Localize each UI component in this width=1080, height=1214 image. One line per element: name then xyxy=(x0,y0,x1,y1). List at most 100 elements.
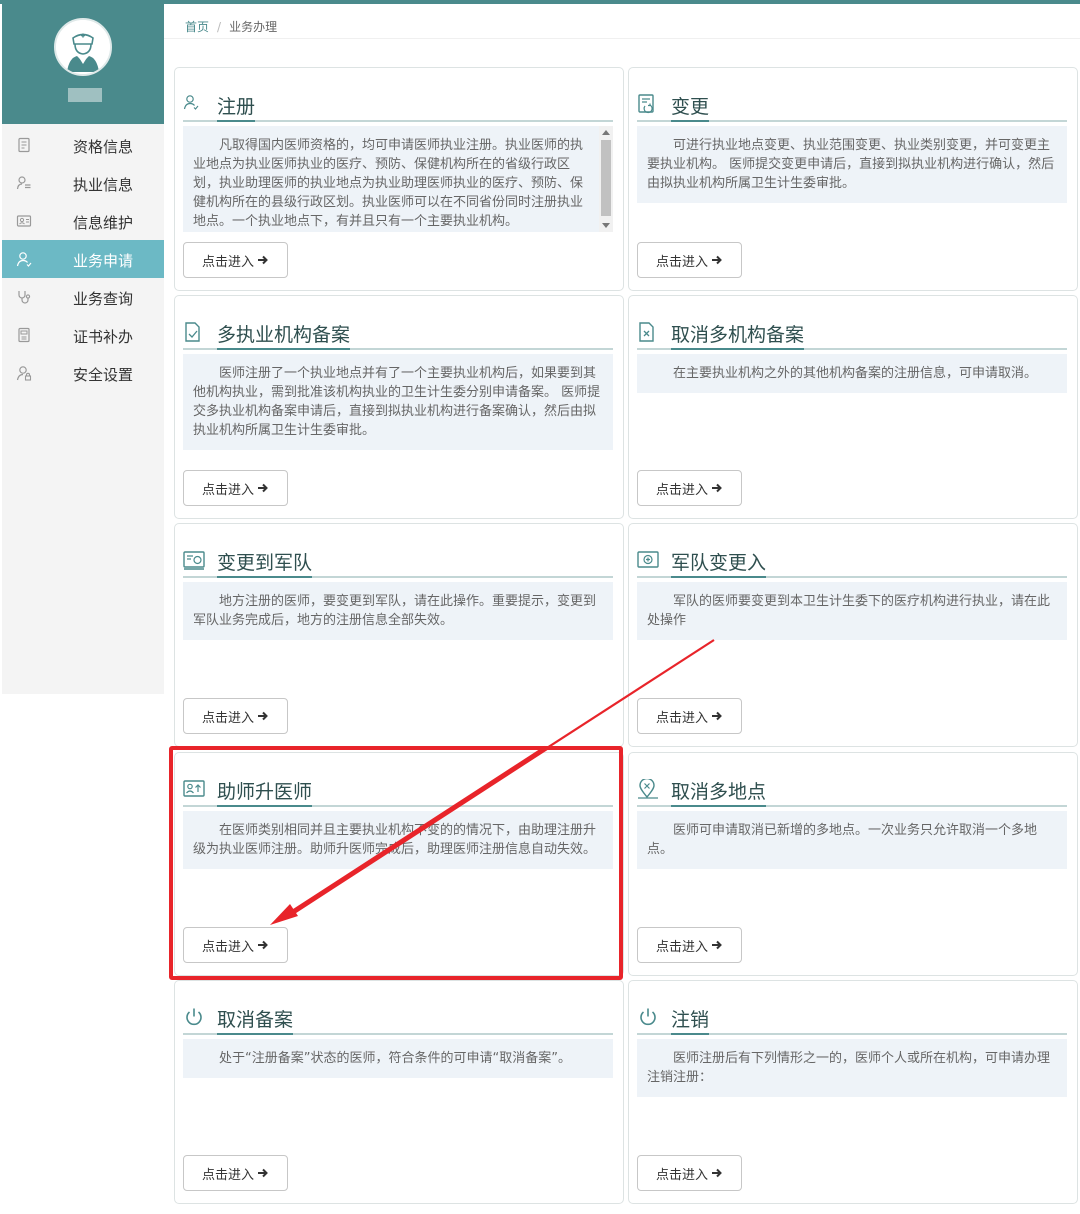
sidebar-item[interactable]: 资格信息 xyxy=(2,126,164,164)
arrow-right-icon xyxy=(258,940,268,950)
sidebar-item[interactable]: 业务查询 xyxy=(2,278,164,316)
sidebar-item[interactable]: 安全设置 xyxy=(2,354,164,392)
stethoscope-icon xyxy=(16,289,32,305)
card-title: 取消备案 xyxy=(217,1005,294,1035)
card-description: 在医师类别相同并且主要执业机构不变的的情况下，由助理注册升级为执业医师注册。助师… xyxy=(183,811,613,869)
card-header: 取消多机构备案 xyxy=(637,320,1067,350)
sidebar-item-label: 业务查询 xyxy=(73,290,134,308)
card-header: 多执业机构备案 xyxy=(183,320,613,350)
arrow-right-icon xyxy=(258,483,268,493)
enter-button[interactable]: 点击进入 xyxy=(637,242,742,278)
enter-button-label: 点击进入 xyxy=(201,939,254,955)
enter-button-label: 点击进入 xyxy=(655,254,708,270)
arrow-right-icon xyxy=(712,940,722,950)
arrow-right-icon xyxy=(712,255,722,265)
card-description-text: 在主要执业机构之外的其他机构备案的注册信息，可申请取消。 xyxy=(673,366,1038,381)
enter-button[interactable]: 点击进入 xyxy=(637,927,742,963)
card-description-text: 处于“注册备案”状态的医师，符合条件的可申请“取消备案”。 xyxy=(219,1051,571,1066)
card-description-text: 凡取得国内医师资格的，均可申请医师执业注册。执业医师的执业地点为执业医师执业的医… xyxy=(193,138,584,229)
card-description: 军队的医师要变更到本卫生计生委下的医疗机构进行执业，请在此处操作 xyxy=(637,582,1067,640)
document-cancel-icon xyxy=(637,322,659,342)
enter-button[interactable]: 点击进入 xyxy=(637,1155,742,1191)
enter-button-label: 点击进入 xyxy=(201,254,254,270)
avatar[interactable] xyxy=(54,18,112,76)
service-card: 多执业机构备案医师注册了一个执业地点并有了一个主要执业机构后，如果要到其他机构执… xyxy=(174,295,624,519)
card-description: 地方注册的医师，要变更到军队，请在此操作。重要提示，变更到军队业务完成后，地方的… xyxy=(183,582,613,640)
card-description: 在主要执业机构之外的其他机构备案的注册信息，可申请取消。 xyxy=(637,354,1067,393)
id-card-icon xyxy=(16,213,32,229)
document-check-icon xyxy=(183,322,205,342)
enter-button[interactable]: 点击进入 xyxy=(183,470,288,506)
scroll-down-icon[interactable] xyxy=(602,223,610,228)
breadcrumb: 首页 / 业务办理 xyxy=(185,18,277,35)
card-description: 医师可申请取消已新增的多地点。一次业务只允许取消一个多地点。 xyxy=(637,811,1067,869)
user-lock-icon xyxy=(16,365,32,381)
service-card: 变更到军队地方注册的医师，要变更到军队，请在此操作。重要提示，变更到军队业务完成… xyxy=(174,523,624,747)
service-card: 注销医师注册后有下列情形之一的，医师个人或所在机构，可申请办理注销注册： 点击进入 xyxy=(628,980,1078,1204)
user-icon xyxy=(183,94,205,114)
arrow-right-icon xyxy=(712,483,722,493)
enter-button[interactable]: 点击进入 xyxy=(637,698,742,734)
sidebar-item-label: 资格信息 xyxy=(73,138,134,156)
card-description-text: 医师注册后有下列情形之一的，医师个人或所在机构，可申请办理注销注册： xyxy=(647,1051,1051,1085)
card-description: 医师注册后有下列情形之一的，医师个人或所在机构，可申请办理注销注册： xyxy=(637,1039,1067,1097)
sidebar-item[interactable]: 执业信息 xyxy=(2,164,164,202)
arrow-right-icon xyxy=(712,1168,722,1178)
service-card: 军队变更入军队的医师要变更到本卫生计生委下的医疗机构进行执业，请在此处操作点击进… xyxy=(628,523,1078,747)
change-document-icon xyxy=(637,94,659,114)
breadcrumb-home-link[interactable]: 首页 xyxy=(185,20,209,34)
card-description-text: 医师注册了一个执业地点并有了一个主要执业机构后，如果要到其他机构执业，需到批准该… xyxy=(193,366,601,438)
service-card: 取消多地点医师可申请取消已新增的多地点。一次业务只允许取消一个多地点。点击进入 xyxy=(628,752,1078,976)
enter-button[interactable]: 点击进入 xyxy=(637,470,742,506)
enter-button-label: 点击进入 xyxy=(655,1167,708,1183)
user-list-icon xyxy=(16,175,32,191)
card-description-text: 在医师类别相同并且主要执业机构不变的的情况下，由助理注册升级为执业医师注册。助师… xyxy=(193,823,597,857)
scrollbar-thumb[interactable] xyxy=(601,140,611,216)
sidebar-item-label: 安全设置 xyxy=(73,366,134,384)
enter-button-label: 点击进入 xyxy=(201,710,254,726)
arrow-right-icon xyxy=(258,1168,268,1178)
enter-button[interactable]: 点击进入 xyxy=(183,1155,288,1191)
sidebar-item-label: 执业信息 xyxy=(73,176,134,194)
card-title: 助师升医师 xyxy=(217,777,313,807)
service-card: 注册凡取得国内医师资格的，均可申请医师执业注册。执业医师的执业地点为执业医师执业… xyxy=(174,67,624,291)
enter-button[interactable]: 点击进入 xyxy=(183,927,288,963)
card-title: 变更到军队 xyxy=(217,548,313,578)
card-description-text: 医师可申请取消已新增的多地点。一次业务只允许取消一个多地点。 xyxy=(647,823,1038,857)
user-icon xyxy=(16,251,32,267)
enter-button-label: 点击进入 xyxy=(201,1167,254,1183)
card-header: 军队变更入 xyxy=(637,548,1067,578)
enter-button[interactable]: 点击进入 xyxy=(183,698,288,734)
sidebar-item[interactable]: 信息维护 xyxy=(2,202,164,240)
upgrade-icon xyxy=(183,779,205,799)
arrow-right-icon xyxy=(258,255,268,265)
scroll-up-icon[interactable] xyxy=(602,130,610,135)
sidebar-item[interactable]: 业务申请 xyxy=(2,240,164,278)
enter-button-label: 点击进入 xyxy=(655,482,708,498)
description-scrollbar[interactable] xyxy=(599,126,613,232)
card-description-text: 地方注册的医师，要变更到军队，请在此操作。重要提示，变更到军队业务完成后，地方的… xyxy=(193,594,597,628)
sidebar-item[interactable]: 证书补办 xyxy=(2,316,164,354)
card-title: 取消多地点 xyxy=(671,777,767,807)
certificate-icon xyxy=(16,327,32,343)
card-description-text: 可进行执业地点变更、执业范围变更、执业类别变更，并可变更主要执业机构。 医师提交… xyxy=(647,138,1055,191)
breadcrumb-current: 业务办理 xyxy=(229,20,278,34)
transfer-out-icon xyxy=(183,550,205,570)
location-cancel-icon xyxy=(637,777,659,799)
card-description-text: 军队的医师要变更到本卫生计生委下的医疗机构进行执业，请在此处操作 xyxy=(647,594,1051,628)
card-description: 处于“注册备案”状态的医师，符合条件的可申请“取消备案”。 xyxy=(183,1039,613,1078)
card-title: 注册 xyxy=(217,92,256,122)
sidebar-nav: 资格信息执业信息信息维护 业务申请业务查询证书补办安全设置 xyxy=(2,126,164,392)
card-description: 凡取得国内医师资格的，均可申请医师执业注册。执业医师的执业地点为执业医师执业的医… xyxy=(183,126,613,232)
card-title: 注销 xyxy=(671,1005,710,1035)
enter-button[interactable]: 点击进入 xyxy=(183,242,288,278)
service-card: 取消多机构备案在主要执业机构之外的其他机构备案的注册信息，可申请取消。点击进入 xyxy=(628,295,1078,519)
card-description: 可进行执业地点变更、执业范围变更、执业类别变更，并可变更主要执业机构。 医师提交… xyxy=(637,126,1067,203)
sidebar: 资格信息执业信息信息维护 业务申请业务查询证书补办安全设置 xyxy=(2,0,164,694)
card-header: 取消多地点 xyxy=(637,777,1067,807)
breadcrumb-separator: / xyxy=(217,20,222,34)
doctor-avatar-icon xyxy=(56,20,110,74)
service-card: 助师升医师在医师类别相同并且主要执业机构不变的的情况下，由助理注册升级为执业医师… xyxy=(174,752,624,976)
enter-button-label: 点击进入 xyxy=(201,482,254,498)
transfer-in-icon xyxy=(637,550,659,570)
